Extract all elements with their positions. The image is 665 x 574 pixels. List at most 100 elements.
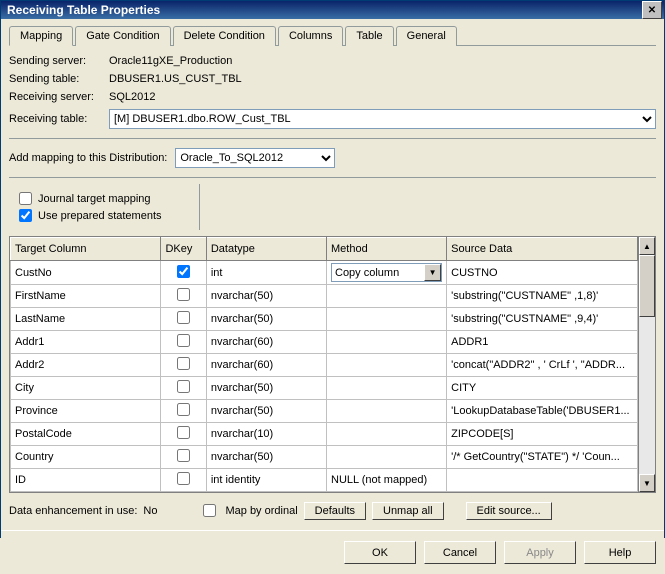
- col-datatype[interactable]: Datatype: [206, 238, 326, 261]
- cell-datatype[interactable]: nvarchar(50): [206, 285, 326, 308]
- cell-source[interactable]: CITY: [447, 377, 638, 400]
- cell-method[interactable]: [327, 331, 447, 354]
- col-target[interactable]: Target Column: [11, 238, 161, 261]
- help-button[interactable]: Help: [584, 541, 656, 564]
- sending-table-value: DBUSER1.US_CUST_TBL: [109, 73, 656, 85]
- table-row[interactable]: FirstName nvarchar(50) 'substring("CUSTNAM…: [11, 285, 638, 308]
- cell-source[interactable]: ADDR1: [447, 331, 638, 354]
- tab-gate-condition[interactable]: Gate Condition: [75, 26, 170, 46]
- grid-scrollbar[interactable]: ▲ ▼: [638, 237, 655, 492]
- cell-source[interactable]: 'substring("CUSTNAME" ,1,8)': [447, 285, 638, 308]
- tab-delete-condition[interactable]: Delete Condition: [173, 26, 276, 46]
- dkey-checkbox[interactable]: [177, 449, 190, 462]
- cell-method[interactable]: [327, 308, 447, 331]
- apply-button[interactable]: Apply: [504, 541, 576, 564]
- table-row[interactable]: Addr1 nvarchar(60) ADDR1: [11, 331, 638, 354]
- cell-target[interactable]: ID: [11, 469, 161, 492]
- cell-method[interactable]: NULL (not mapped): [327, 469, 447, 492]
- scroll-up-icon[interactable]: ▲: [639, 237, 655, 255]
- dkey-checkbox[interactable]: [177, 334, 190, 347]
- tab-columns[interactable]: Columns: [278, 26, 343, 46]
- map-by-ordinal-checkbox[interactable]: [203, 504, 216, 517]
- add-mapping-select[interactable]: Oracle_To_SQL2012: [175, 148, 335, 168]
- table-row[interactable]: LastName nvarchar(50) 'substring("CUSTNAME…: [11, 308, 638, 331]
- cell-method[interactable]: [327, 377, 447, 400]
- dkey-checkbox[interactable]: [177, 357, 190, 370]
- mapping-grid: Target Column DKey Datatype Method Sourc…: [9, 236, 656, 493]
- unmap-all-button[interactable]: Unmap all: [372, 502, 444, 520]
- cell-target[interactable]: CustNo: [11, 261, 161, 285]
- enhancement-label: Data enhancement in use:: [9, 505, 137, 517]
- dkey-checkbox[interactable]: [177, 472, 190, 485]
- journal-checkbox[interactable]: [19, 192, 32, 205]
- col-method[interactable]: Method: [327, 238, 447, 261]
- table-row[interactable]: Country nvarchar(50) '/* GetCountry("STATE…: [11, 446, 638, 469]
- journal-label: Journal target mapping: [38, 193, 151, 205]
- cell-target[interactable]: PostalCode: [11, 423, 161, 446]
- table-row[interactable]: PostalCode nvarchar(10) ZIPCODE[S]: [11, 423, 638, 446]
- receiving-table-select[interactable]: [M] DBUSER1.dbo.ROW_Cust_TBL: [109, 109, 656, 129]
- cell-source[interactable]: [447, 469, 638, 492]
- tab-mapping[interactable]: Mapping: [9, 26, 73, 46]
- cell-source[interactable]: CUSTNO: [447, 261, 638, 285]
- col-dkey[interactable]: DKey: [161, 238, 206, 261]
- title-text: Receiving Table Properties: [7, 3, 160, 17]
- receiving-server-value: SQL2012: [109, 91, 656, 103]
- prepared-label: Use prepared statements: [38, 210, 162, 222]
- cell-method[interactable]: [327, 400, 447, 423]
- cell-datatype[interactable]: nvarchar(50): [206, 308, 326, 331]
- cell-target[interactable]: FirstName: [11, 285, 161, 308]
- dkey-checkbox[interactable]: [177, 426, 190, 439]
- cancel-button[interactable]: Cancel: [424, 541, 496, 564]
- close-icon[interactable]: ✕: [642, 1, 662, 19]
- table-row[interactable]: Province nvarchar(50) 'LookupDatabaseTable…: [11, 400, 638, 423]
- table-row[interactable]: ID int identityNULL (not mapped): [11, 469, 638, 492]
- cell-datatype[interactable]: int identity: [206, 469, 326, 492]
- cell-method[interactable]: [327, 354, 447, 377]
- cell-source[interactable]: 'substring("CUSTNAME" ,9,4)': [447, 308, 638, 331]
- cell-target[interactable]: Country: [11, 446, 161, 469]
- edit-source-button[interactable]: Edit source...: [466, 502, 552, 520]
- cell-target[interactable]: LastName: [11, 308, 161, 331]
- chevron-down-icon[interactable]: ▼: [424, 264, 441, 281]
- cell-datatype[interactable]: nvarchar(50): [206, 400, 326, 423]
- ok-button[interactable]: OK: [344, 541, 416, 564]
- cell-datatype[interactable]: int: [206, 261, 326, 285]
- title-bar: Receiving Table Properties ✕: [1, 1, 664, 19]
- cell-datatype[interactable]: nvarchar(10): [206, 423, 326, 446]
- col-source[interactable]: Source Data: [447, 238, 638, 261]
- prepared-checkbox[interactable]: [19, 209, 32, 222]
- dkey-checkbox[interactable]: [177, 380, 190, 393]
- cell-source[interactable]: ZIPCODE[S]: [447, 423, 638, 446]
- cell-target[interactable]: Addr2: [11, 354, 161, 377]
- cell-datatype[interactable]: nvarchar(50): [206, 377, 326, 400]
- scroll-down-icon[interactable]: ▼: [639, 474, 655, 492]
- cell-method[interactable]: [327, 423, 447, 446]
- cell-source[interactable]: '/* GetCountry("STATE") */ 'Coun...: [447, 446, 638, 469]
- cell-method[interactable]: Copy column▼Copy columnExpressionAssume …: [327, 261, 447, 285]
- dkey-checkbox[interactable]: [177, 288, 190, 301]
- dialog-window: Receiving Table Properties ✕ MappingGate…: [0, 0, 665, 538]
- scroll-thumb[interactable]: [639, 255, 655, 317]
- cell-method[interactable]: [327, 446, 447, 469]
- table-row[interactable]: Addr2 nvarchar(60) 'concat("ADDR2" , ' CrL…: [11, 354, 638, 377]
- table-row[interactable]: City nvarchar(50) CITY: [11, 377, 638, 400]
- dkey-checkbox[interactable]: [177, 265, 190, 278]
- cell-target[interactable]: City: [11, 377, 161, 400]
- cell-source[interactable]: 'LookupDatabaseTable('DBUSER1...: [447, 400, 638, 423]
- table-row[interactable]: CustNo intCopy column▼Copy columnExpressi…: [11, 261, 638, 285]
- dkey-checkbox[interactable]: [177, 403, 190, 416]
- tab-table[interactable]: Table: [345, 26, 393, 46]
- cell-target[interactable]: Addr1: [11, 331, 161, 354]
- cell-target[interactable]: Province: [11, 400, 161, 423]
- dkey-checkbox[interactable]: [177, 311, 190, 324]
- cell-datatype[interactable]: nvarchar(60): [206, 354, 326, 377]
- tab-general[interactable]: General: [396, 26, 457, 46]
- cell-datatype[interactable]: nvarchar(60): [206, 331, 326, 354]
- cell-source[interactable]: 'concat("ADDR2" , ' CrLf ', "ADDR...: [447, 354, 638, 377]
- cell-datatype[interactable]: nvarchar(50): [206, 446, 326, 469]
- cell-method[interactable]: [327, 285, 447, 308]
- map-by-ordinal-label: Map by ordinal: [225, 505, 297, 517]
- defaults-button[interactable]: Defaults: [304, 502, 366, 520]
- method-combo[interactable]: Copy column▼: [331, 263, 442, 282]
